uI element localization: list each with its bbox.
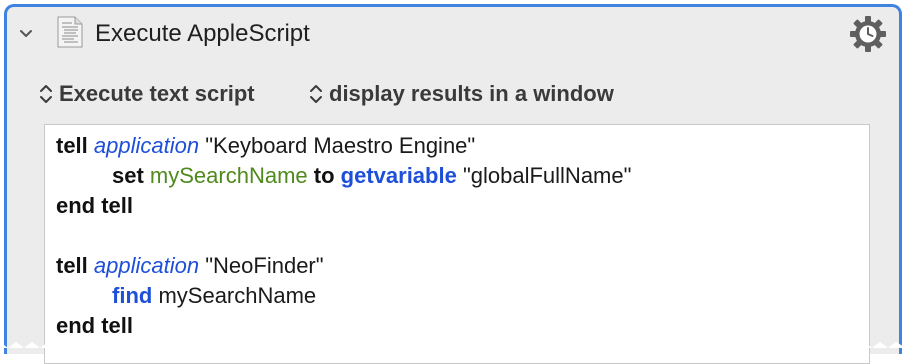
keyword-application: application bbox=[93, 133, 200, 158]
keyword-tell: tell bbox=[56, 133, 88, 158]
chevron-down-icon[interactable] bbox=[17, 25, 35, 43]
action-panel[interactable]: Execute AppleScript Execute text script … bbox=[4, 4, 902, 364]
results-label: display results in a window bbox=[329, 81, 614, 106]
up-down-chevron-icon bbox=[40, 85, 52, 103]
keyword-end-tell: end tell bbox=[56, 193, 134, 218]
command-find: find bbox=[112, 283, 153, 308]
command-getvariable: getvariable bbox=[340, 163, 457, 188]
code-line-3: end tell bbox=[56, 191, 869, 221]
keyword-to: to bbox=[313, 163, 335, 188]
torn-edge bbox=[0, 342, 906, 348]
code-line-1: tell application "Keyboard Maestro Engin… bbox=[56, 131, 869, 161]
script-source-popup[interactable]: Execute text script bbox=[39, 79, 255, 109]
string-literal: "globalFullName" bbox=[462, 163, 632, 188]
results-popup[interactable]: display results in a window bbox=[309, 79, 614, 109]
script-document-icon bbox=[57, 16, 83, 48]
up-down-chevron-icon bbox=[310, 85, 322, 103]
keyword-tell: tell bbox=[56, 253, 88, 278]
code-line-2: set mySearchName to getvariable "globalF… bbox=[56, 161, 869, 191]
action-header[interactable]: Execute AppleScript bbox=[7, 7, 899, 61]
keyword-application: application bbox=[93, 253, 200, 278]
action-title: Execute AppleScript bbox=[95, 20, 310, 47]
gear-clock-icon[interactable] bbox=[849, 15, 887, 53]
script-editor[interactable]: tell application "Keyboard Maestro Engin… bbox=[44, 124, 870, 364]
code-line-5: tell application "NeoFinder" bbox=[56, 251, 869, 281]
keyword-set: set bbox=[112, 163, 144, 188]
code-line-6: find mySearchName bbox=[56, 281, 869, 311]
variable-name: mySearchName bbox=[149, 163, 308, 188]
string-literal: "Keyboard Maestro Engine" bbox=[205, 133, 476, 158]
script-source-label: Execute text script bbox=[59, 81, 255, 106]
string-literal: "NeoFinder" bbox=[205, 253, 324, 278]
identifier: mySearchName bbox=[158, 283, 317, 308]
